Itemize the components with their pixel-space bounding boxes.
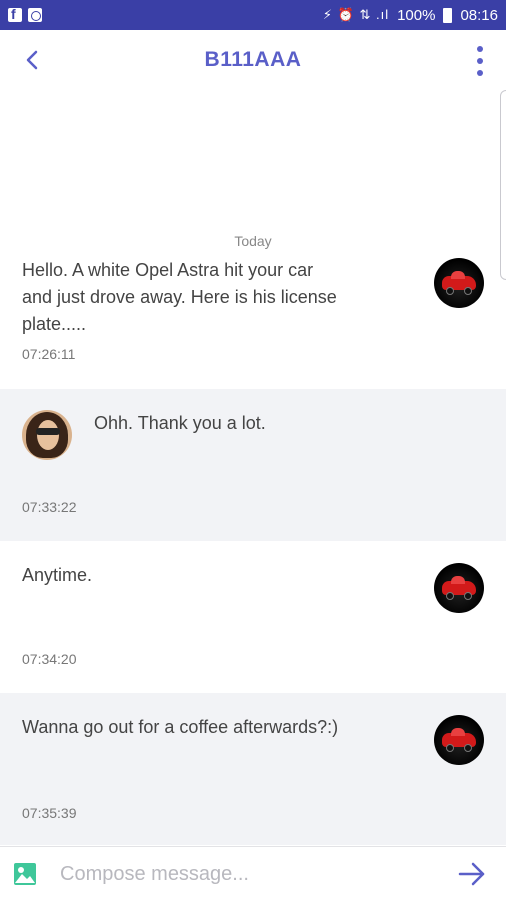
avatar-car[interactable] [434,258,484,308]
avatar-car[interactable] [434,563,484,613]
message-time: 07:33:22 [22,499,77,515]
message-text: Anytime. [22,565,93,585]
send-icon[interactable] [458,861,486,887]
message-text: Wanna go out for a coffee afterwards?:) [22,717,339,737]
clock: 08:16 [460,6,498,24]
message-text: Hello. A white Opel Astra hit your car a… [22,257,422,338]
image-notification-icon [28,8,42,22]
avatar-car[interactable] [434,715,484,765]
message-text-line: and just drove away. Here is his license [22,287,337,307]
message-text: Ohh. Thank you a lot. [94,413,266,433]
attach-image-icon[interactable] [13,862,37,886]
app-bar: B111AAA [0,30,506,92]
message-row: Anytime. 07:34:20 [0,541,506,693]
message-time: 07:35:39 [22,805,77,821]
message-text-line: plate..... [22,314,87,334]
more-options-icon[interactable] [472,46,488,76]
signal-icons: ⚡ ⏰ ⇅ .ıl [322,7,390,22]
date-separator: Today [234,233,272,249]
status-bar: ⚡ ⏰ ⇅ .ıl 100% 08:16 [0,0,506,30]
page-title: B111AAA [204,48,302,71]
compose-bar [0,846,506,900]
message-text-line: Hello. A white Opel Astra hit your car [22,260,314,280]
message-time: 07:34:20 [22,651,77,667]
message-time: 07:26:11 [22,346,76,362]
message-row: Hello. A white Opel Astra hit your car a… [0,250,506,388]
battery-percent: 100% [397,6,436,24]
avatar-user[interactable] [22,410,72,460]
message-row: Wanna go out for a coffee afterwards?:) … [0,693,506,845]
facebook-notification-icon [8,6,22,22]
message-row: Ohh. Thank you a lot. 07:33:22 [0,389,506,541]
battery-icon [443,7,453,23]
compose-message-input[interactable] [60,857,440,891]
